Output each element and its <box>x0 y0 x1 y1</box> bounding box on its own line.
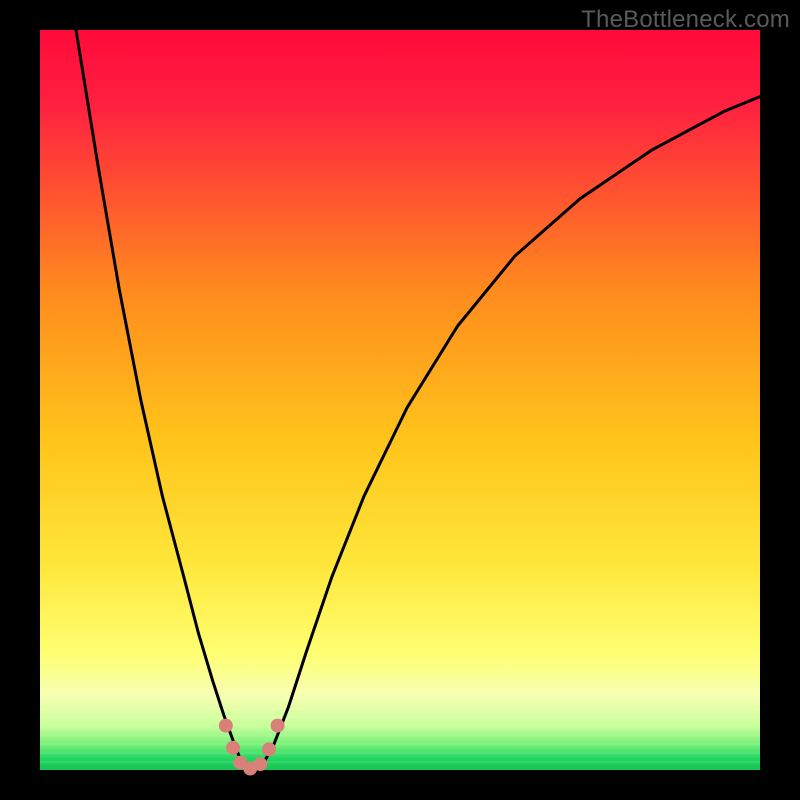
curve-marker <box>271 719 285 733</box>
bottleneck-chart <box>0 0 800 800</box>
curve-marker <box>219 719 233 733</box>
curve-marker <box>226 741 240 755</box>
chart-stage: TheBottleneck.com <box>0 0 800 800</box>
curve-marker <box>253 757 267 771</box>
curve-marker <box>262 742 276 756</box>
watermark-text: TheBottleneck.com <box>581 6 790 34</box>
